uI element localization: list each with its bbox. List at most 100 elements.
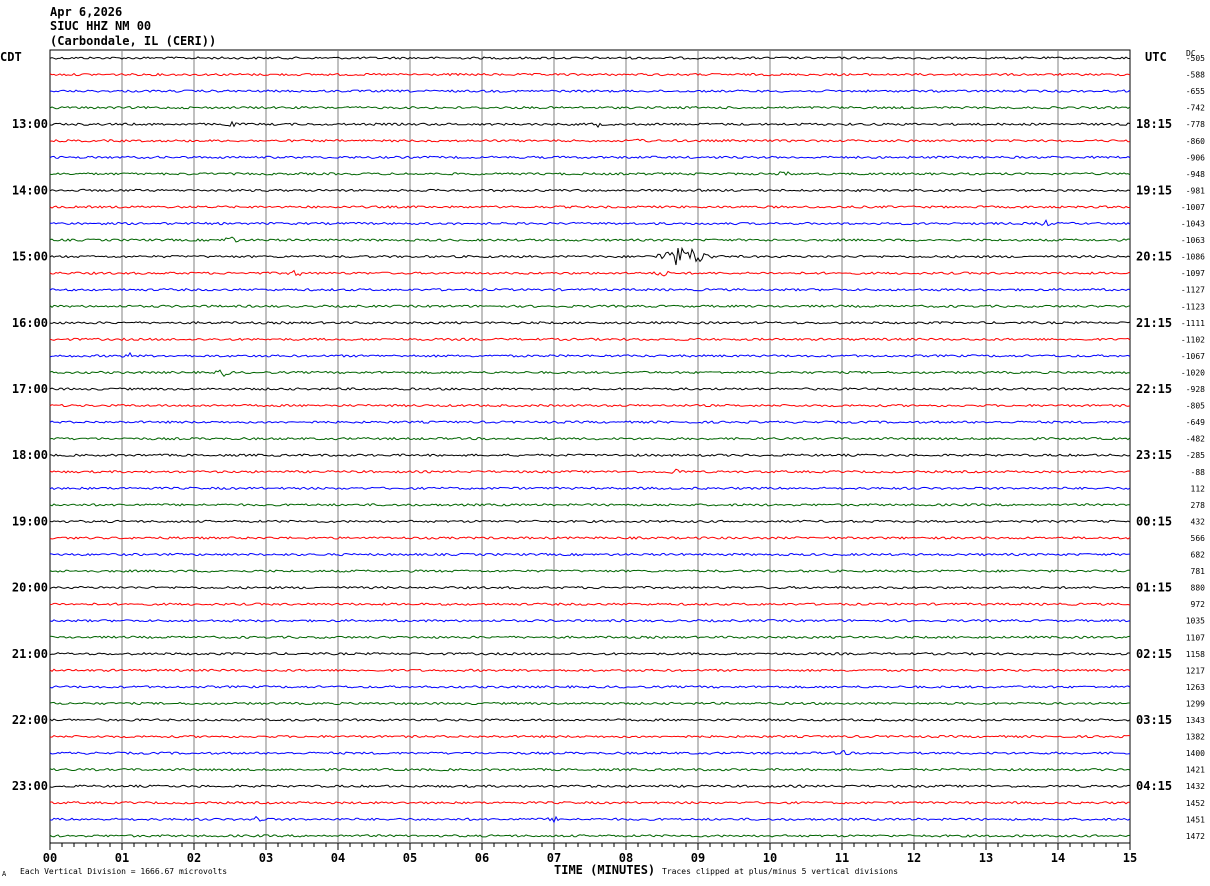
dc-offset-value: -981 <box>1186 186 1205 195</box>
dc-offset-value: -1123 <box>1181 302 1205 311</box>
dc-offset-value: -649 <box>1186 418 1205 427</box>
dc-offset-value: 880 <box>1191 584 1206 593</box>
dc-offset-value: 1158 <box>1186 650 1205 659</box>
x-axis-title: TIME (MINUTES) <box>554 863 656 877</box>
dc-offset-value: 781 <box>1191 567 1206 576</box>
dc-offset-value: -1111 <box>1181 319 1205 328</box>
footer-mark: A <box>2 870 7 878</box>
dc-offset-value: -1020 <box>1181 368 1205 377</box>
left-hour-label: 15:00 <box>12 250 48 264</box>
dc-offset-value: 1472 <box>1186 832 1205 841</box>
x-tick-label: 04 <box>331 851 345 865</box>
dc-offset-value: -505 <box>1186 54 1205 63</box>
seismogram-trace <box>49 503 1131 507</box>
seismogram-trace <box>49 536 1131 540</box>
dc-offset-value: -88 <box>1191 468 1206 477</box>
dc-offset-value: -1127 <box>1181 286 1205 295</box>
dc-offset-value: -655 <box>1186 87 1205 96</box>
seismogram-trace <box>49 205 1130 209</box>
seismogram-trace <box>49 801 1131 805</box>
seismogram-trace <box>49 403 1131 408</box>
seismogram-trace <box>49 651 1131 656</box>
dc-offset-value: -1067 <box>1181 352 1205 361</box>
left-hour-label: 20:00 <box>12 581 48 595</box>
seismogram-trace <box>49 734 1130 739</box>
left-hour-label: 14:00 <box>12 183 48 197</box>
clipping-note: Traces clipped at plus/minus 5 vertical … <box>662 867 899 876</box>
vertical-scale-note: Each Vertical Division = 1666.67 microvo… <box>20 867 228 876</box>
seismogram-trace <box>49 468 1131 474</box>
seismogram-plot: 13:00 18:15 14:00 19:15 15:00 20:15 16:00 21:15… <box>12 49 1206 865</box>
seismogram-trace <box>49 685 1131 689</box>
left-hour-label: 22:00 <box>12 713 48 727</box>
dc-offset-value: 1299 <box>1186 699 1205 708</box>
dc-offset-value: 566 <box>1191 534 1206 543</box>
right-hour-label: 21:15 <box>1136 316 1172 330</box>
seismogram-trace <box>49 668 1131 673</box>
x-tick-label: 06 <box>475 851 489 865</box>
seismogram-trace <box>49 749 1131 756</box>
dc-offset-value: -285 <box>1186 451 1205 460</box>
seismogram-trace <box>49 635 1131 639</box>
seismogram-trace <box>49 269 1131 277</box>
right-hour-label: 18:15 <box>1136 117 1172 131</box>
dc-offset-value: -928 <box>1186 385 1205 394</box>
right-hour-label: 02:15 <box>1136 647 1172 661</box>
dc-offset-value: -482 <box>1186 435 1205 444</box>
dc-offset-value: -948 <box>1186 170 1205 179</box>
seismogram-trace <box>49 337 1131 342</box>
x-tick-label: 01 <box>115 851 129 865</box>
left-hour-label: 16:00 <box>12 316 48 330</box>
seismogram-trace <box>49 56 1131 60</box>
dc-offset-value: 1263 <box>1186 683 1205 692</box>
dc-offset-value: 1382 <box>1186 733 1205 742</box>
seismogram-trace <box>49 436 1131 441</box>
dc-offset-value: 972 <box>1191 600 1206 609</box>
plot-frame <box>49 49 1131 844</box>
dc-offset-value: -860 <box>1186 137 1205 146</box>
right-hour-label: 04:15 <box>1136 779 1172 793</box>
seismogram-trace <box>49 321 1131 325</box>
seismogram-trace <box>49 420 1131 424</box>
dc-offset-value: -1007 <box>1181 203 1205 212</box>
right-hour-label: 03:15 <box>1136 713 1172 727</box>
dc-offset-value: 1107 <box>1186 633 1205 642</box>
seismogram-trace <box>49 236 1131 243</box>
dc-offset-value: 682 <box>1191 551 1206 560</box>
seismogram-trace <box>49 602 1131 606</box>
dc-offset-value: 1217 <box>1186 666 1205 675</box>
seismogram-trace <box>49 369 1131 378</box>
dc-offset-value: 432 <box>1191 517 1206 526</box>
seismogram-trace <box>49 552 1131 557</box>
x-tick-label: 12 <box>907 851 921 865</box>
x-tick-label: 11 <box>835 851 849 865</box>
seismogram-trace <box>49 767 1131 772</box>
x-tick-label: 00 <box>43 851 57 865</box>
dc-offset-value: 1452 <box>1186 799 1205 808</box>
dc-offset-value: 1432 <box>1186 782 1205 791</box>
seismogram-trace <box>49 171 1131 176</box>
seismogram-trace <box>49 72 1131 77</box>
seismogram-trace <box>49 718 1131 722</box>
dc-offset-value: -906 <box>1186 153 1205 162</box>
seismogram-trace <box>49 188 1131 193</box>
left-hour-label: 17:00 <box>12 382 48 396</box>
x-tick-label: 02 <box>187 851 201 865</box>
left-hour-label: 13:00 <box>12 117 48 131</box>
dc-offset-value: -1102 <box>1181 335 1205 344</box>
dc-offset-value: -588 <box>1186 71 1205 80</box>
seismogram-trace <box>49 89 1131 93</box>
left-hour-label: 21:00 <box>12 647 48 661</box>
seismogram-trace <box>49 834 1131 838</box>
seismogram-trace <box>49 585 1131 590</box>
x-tick-label: 14 <box>1051 851 1065 865</box>
x-tick-label: 15 <box>1123 851 1137 865</box>
x-tick-label: 10 <box>763 851 777 865</box>
dc-offset-value: 1400 <box>1186 749 1205 758</box>
right-hour-label: 19:15 <box>1136 183 1172 197</box>
dc-offset-value: -742 <box>1186 104 1205 113</box>
left-hour-label: 18:00 <box>12 448 48 462</box>
seismogram-trace <box>49 387 1131 391</box>
dc-offset-value: 112 <box>1191 484 1206 493</box>
seismogram-trace <box>49 618 1131 623</box>
